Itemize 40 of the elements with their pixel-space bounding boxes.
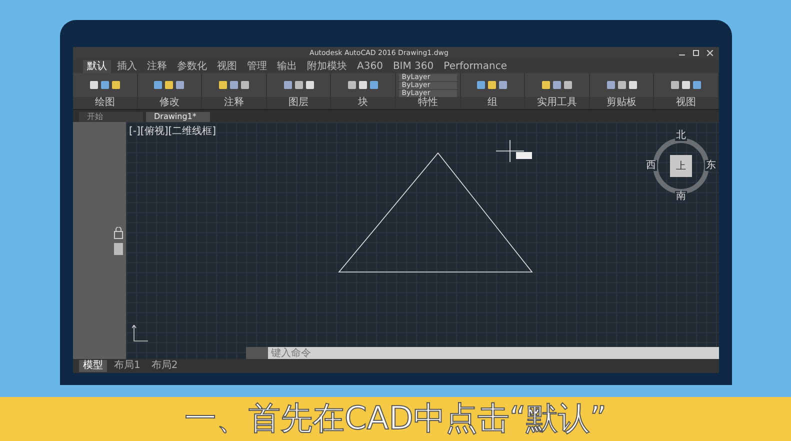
viewport-label[interactable]: [-][俯视][二维线框]	[129, 124, 216, 138]
viewcube-face[interactable]: 上	[670, 155, 692, 177]
ribbon-tab[interactable]: BIM 360	[388, 60, 438, 72]
ribbon-tab[interactable]: 参数化	[173, 60, 211, 72]
lock-icon	[114, 226, 123, 238]
ribbon-tab[interactable]: 默认	[83, 60, 111, 72]
file-tab[interactable]: 开始	[79, 112, 143, 122]
compass-label: 南	[675, 191, 687, 202]
ucs-axes-icon	[132, 325, 148, 343]
layout-tab[interactable]: 模型	[79, 360, 107, 372]
panel-label[interactable]: 块	[331, 97, 395, 109]
ribbon-tab[interactable]: 注释	[143, 60, 171, 72]
panel-label[interactable]: 组	[460, 97, 524, 109]
ribbon-tab[interactable]: A360	[353, 60, 387, 72]
ribbon-tab[interactable]: 输出	[273, 60, 301, 72]
layout-tab[interactable]: 布局1	[110, 360, 144, 372]
drawing-canvas[interactable]: [-][俯视][二维线框] 北 东 南 西 上 键入命令	[126, 122, 719, 359]
ribbon-tab[interactable]: 视图	[213, 60, 241, 72]
panel-label[interactable]: 实用工具	[525, 97, 589, 109]
compass-label: 西	[645, 160, 657, 171]
panel-label[interactable]: 图层	[266, 97, 330, 109]
crosshair-cursor-icon	[496, 140, 532, 162]
panel-label[interactable]: 绘图	[73, 97, 137, 109]
subtitle-text: 一、首先在CAD中点击“默认”	[184, 398, 607, 439]
panel-label[interactable]: 注释	[202, 97, 266, 109]
panel-label[interactable]: 剪贴板	[590, 97, 654, 109]
ribbon-tab[interactable]: Performance	[440, 60, 512, 72]
document-icon	[114, 242, 123, 254]
ribbon-tab[interactable]: 插入	[113, 60, 141, 72]
ribbon-tab[interactable]: 附加模块	[303, 60, 351, 72]
compass-label: 北	[675, 130, 687, 141]
maximize-icon[interactable]	[692, 50, 699, 56]
file-tab[interactable]: Drawing1*	[146, 112, 210, 122]
compass-label: 东	[705, 160, 717, 171]
close-icon[interactable]	[706, 50, 713, 56]
panel-label[interactable]: 视图	[654, 97, 718, 109]
layout-tab[interactable]: 布局2	[147, 360, 182, 372]
ribbon-tab[interactable]: 管理	[243, 60, 271, 72]
panel-label[interactable]: 修改	[138, 97, 202, 109]
panel-label[interactable]: 特性	[396, 97, 460, 109]
